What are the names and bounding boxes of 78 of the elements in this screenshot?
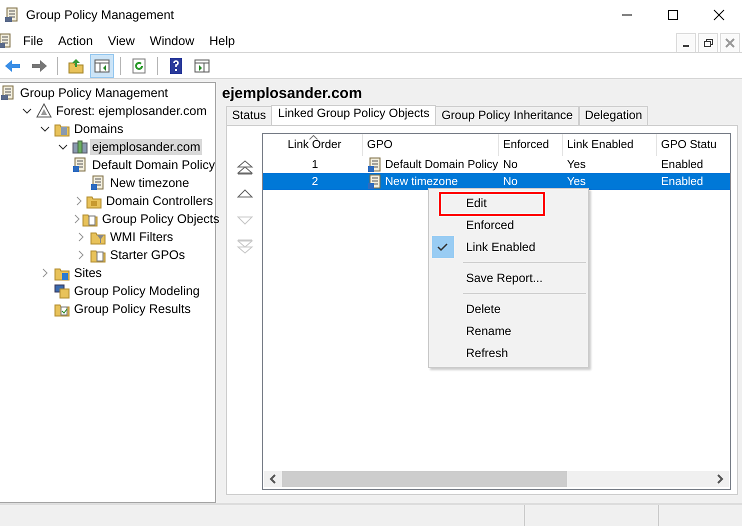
tree-item[interactable]: Group Policy Objects: [100, 211, 222, 227]
menu-item[interactable]: Enforced: [429, 214, 588, 236]
collapse-caret-icon[interactable]: [22, 106, 32, 116]
refresh-icon[interactable]: [130, 56, 148, 74]
scroll-icon: [4, 7, 20, 23]
menu-item[interactable]: Refresh: [429, 342, 588, 364]
tab[interactable]: Linked Group Policy Objects: [271, 105, 436, 125]
folder-icon[interactable]: [67, 56, 85, 74]
tree-item[interactable]: WMI Filters: [108, 229, 176, 245]
menu-item[interactable]: Help: [203, 34, 244, 48]
column-header[interactable]: Link Enabled: [563, 134, 657, 156]
menu-item[interactable]: Rename: [429, 320, 588, 342]
tree-item[interactable]: Sites: [72, 265, 104, 281]
menu-item[interactable]: Link Enabled: [429, 236, 588, 258]
close-icon[interactable]: [711, 7, 727, 23]
table-cell: 2: [312, 176, 318, 188]
menu-item[interactable]: File: [17, 34, 52, 48]
tree-item[interactable]: Default Domain Policy: [90, 157, 217, 173]
column-header[interactable]: GPO Statu: [657, 134, 728, 156]
column-header[interactable]: Link Order: [263, 134, 363, 156]
table-row[interactable]: 1 Default Domain Policy No Yes Enabled: [263, 156, 730, 173]
window-title: Group Policy Management: [26, 8, 174, 22]
table-cell: New timezone: [385, 176, 458, 188]
panel-icon[interactable]: [193, 56, 211, 74]
menu-item[interactable]: Delete: [429, 298, 588, 320]
collapse-caret-icon[interactable]: [40, 124, 50, 134]
table-cell: Enabled: [661, 158, 704, 170]
tree-item[interactable]: Group Policy Results: [72, 301, 193, 317]
scroll-thumb[interactable]: [282, 471, 567, 487]
tree-item[interactable]: Domains: [72, 121, 126, 137]
scroll-right-icon[interactable]: [716, 474, 724, 484]
tab[interactable]: Status: [226, 106, 272, 125]
scroll-icon: [0, 33, 13, 49]
expand-caret-icon[interactable]: [74, 196, 84, 206]
tree-item[interactable]: Group Policy Management: [18, 85, 170, 101]
table-cell: No: [503, 158, 518, 170]
menu-item[interactable]: Window: [144, 34, 204, 48]
table-cell: 1: [312, 158, 318, 170]
menu-item[interactable]: Save Report...: [429, 267, 588, 289]
menu-item[interactable]: View: [102, 34, 144, 48]
scroll-left-icon[interactable]: [269, 474, 277, 484]
panel-icon[interactable]: [93, 56, 111, 74]
tree-item[interactable]: Domain Controllers: [104, 193, 215, 209]
scroll-icon: [367, 174, 383, 190]
triangle-icon: [36, 103, 52, 119]
expand-caret-icon[interactable]: [72, 214, 82, 224]
help-icon[interactable]: [167, 56, 185, 74]
computer-icon: [54, 283, 70, 299]
horizontal-scrollbar[interactable]: [264, 471, 729, 487]
table-cell: Enabled: [661, 176, 704, 188]
scroll-icon: [90, 175, 106, 191]
tree-item[interactable]: Starter GPOs: [108, 247, 188, 263]
scroll-icon: [72, 157, 88, 173]
table-row[interactable]: 2 New timezone No Yes Enabled: [263, 173, 730, 190]
tree-item[interactable]: New timezone: [108, 175, 192, 191]
menu-item[interactable]: Action: [52, 34, 102, 48]
tree-item[interactable]: ejemplosander.com: [90, 139, 202, 155]
expand-caret-icon[interactable]: [76, 250, 86, 260]
collapse-caret-icon[interactable]: [58, 142, 68, 152]
scroll-icon: [367, 156, 383, 172]
table-cell: Default Domain Policy: [385, 158, 498, 170]
server-icon: [72, 139, 88, 155]
tree-item[interactable]: Group Policy Modeling: [72, 283, 202, 299]
move-top-icon[interactable]: [236, 159, 254, 177]
maximize-icon[interactable]: [665, 7, 681, 23]
tree-item[interactable]: Forest: ejemplosander.com: [54, 103, 209, 119]
menu-item[interactable]: Edit: [429, 192, 588, 214]
expand-caret-icon[interactable]: [76, 232, 86, 242]
table-cell: Yes: [567, 176, 586, 188]
table-cell: No: [503, 176, 518, 188]
column-header[interactable]: Enforced: [499, 134, 563, 156]
table-cell: Yes: [567, 158, 586, 170]
tab[interactable]: Delegation: [578, 106, 648, 125]
pane-title: ejemplosander.com: [221, 84, 364, 104]
scroll-icon: [0, 85, 16, 101]
tab[interactable]: Group Policy Inheritance: [435, 106, 579, 125]
expand-caret-icon[interactable]: [40, 268, 50, 278]
column-header[interactable]: GPO: [363, 134, 499, 156]
